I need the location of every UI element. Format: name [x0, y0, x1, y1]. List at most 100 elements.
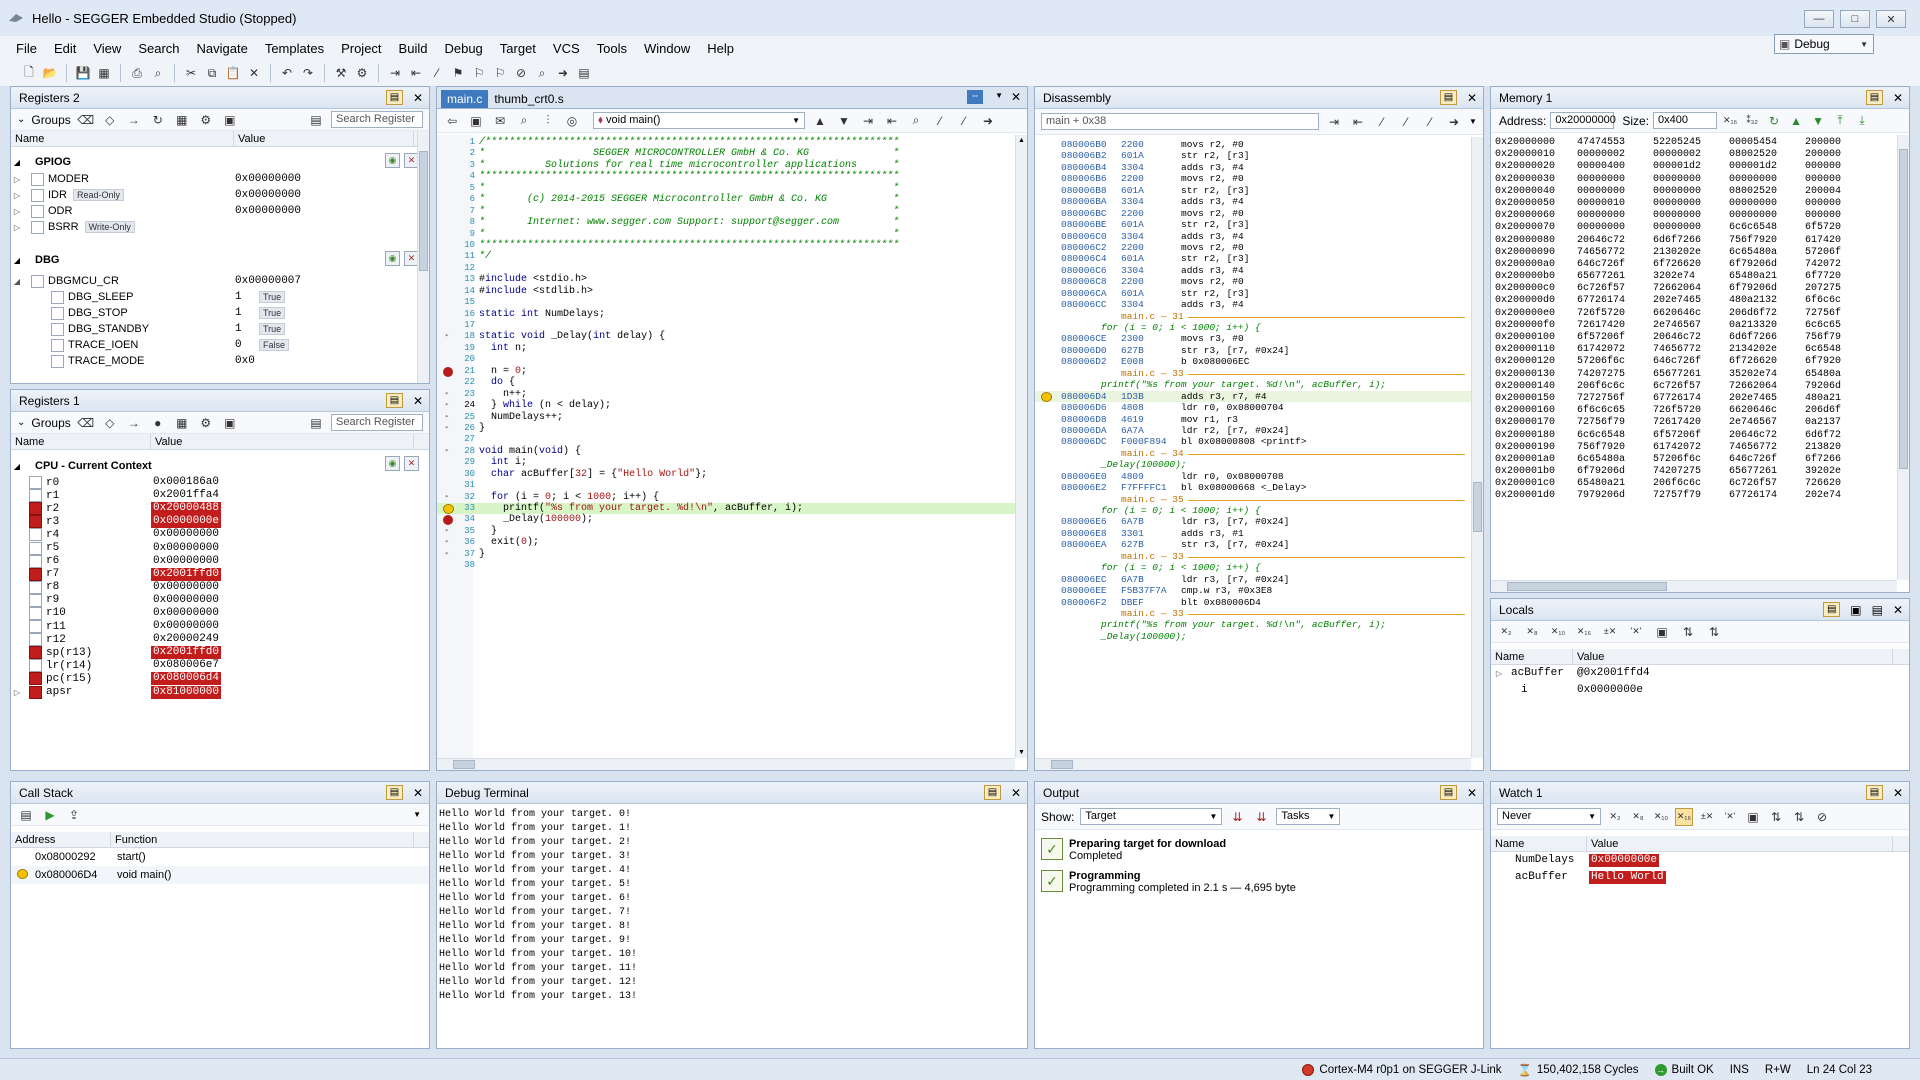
window-options-icon[interactable]: ▤: [385, 90, 403, 105]
register-row[interactable]: r2 0x20000488: [11, 502, 429, 516]
editor-vscroll[interactable]: ▲ ▼: [1015, 135, 1027, 758]
instruction-row[interactable]: 080006E6 6A7B ldr r3, [r7, #0x24]: [1035, 516, 1471, 527]
source-line-row[interactable]: for (i = 0; i < 1000; i++) {: [1035, 505, 1471, 516]
register-checkbox[interactable]: [29, 633, 42, 647]
register-checkbox[interactable]: [29, 593, 42, 607]
code-line[interactable]: 35 ▸ }: [437, 526, 1015, 537]
uncomment-icon[interactable]: ⁄: [955, 112, 973, 130]
code-area[interactable]: 1 /**************************************…: [437, 135, 1015, 758]
instruction-row[interactable]: 080006EC 6A7B ldr r3, [r7, #0x24]: [1035, 574, 1471, 585]
register-row[interactable]: ▷ IDR Read-Only 0x00000000: [11, 187, 429, 203]
octal-format-icon[interactable]: ✕₈: [1523, 623, 1541, 641]
remove-icon[interactable]: ✕: [404, 456, 419, 471]
fold-icon[interactable]: ▸: [445, 549, 449, 560]
symbols-icon[interactable]: ⁄: [1421, 113, 1439, 131]
register-value[interactable]: 0x2001ffa4: [151, 489, 221, 502]
memory-row[interactable]: 0x200001d0 7979206d 72757f79 67726174 202e74: [1491, 490, 1897, 502]
code-line[interactable]: 31: [437, 480, 1015, 491]
code-line[interactable]: 12: [437, 263, 1015, 274]
register-row[interactable]: ▷ MODER 0x00000000: [11, 171, 429, 187]
memory-word[interactable]: 6620646c: [1653, 308, 1701, 320]
memory-word[interactable]: 000000: [1805, 198, 1841, 210]
delete-icon[interactable]: ✕: [245, 64, 263, 82]
memory-word[interactable]: 726620: [1805, 478, 1841, 490]
memory-row[interactable]: 0x20000170 72756f79 72617420 2e746567 0a2137: [1491, 417, 1897, 429]
memory-word[interactable]: 72662064: [1653, 283, 1701, 295]
register-checkbox[interactable]: [29, 580, 42, 594]
memory-word[interactable]: 00000000: [1577, 186, 1625, 198]
window-options-icon[interactable]: ▤: [983, 785, 1001, 800]
go-to-icon[interactable]: →: [125, 111, 143, 129]
window-options-icon[interactable]: ▤: [385, 785, 403, 800]
memory-word[interactable]: 74656772: [1577, 247, 1625, 259]
source-line-row[interactable]: _Delay(100000);: [1035, 631, 1471, 642]
goto-icon[interactable]: ➜: [1445, 113, 1463, 131]
register-row[interactable]: r8 0x00000000: [11, 580, 429, 594]
register-value[interactable]: 0x00000000: [151, 542, 221, 555]
eraser-icon[interactable]: ⌫: [77, 414, 95, 432]
expand-icon[interactable]: ▷: [11, 688, 23, 697]
undo-icon[interactable]: ↶: [278, 64, 296, 82]
instruction-row[interactable]: 080006BC 2200 movs r2, #0: [1035, 208, 1471, 219]
register-checkbox[interactable]: [51, 290, 64, 304]
prev-bookmark-icon[interactable]: ⚐: [491, 64, 509, 82]
bitfield-row[interactable]: DBG_STOP 1 True: [11, 305, 429, 321]
memory-word[interactable]: 6d6f72: [1805, 430, 1841, 442]
bitfield-value[interactable]: 1: [233, 291, 244, 304]
memory-grid[interactable]: 0x20000000 47474553 52205245 00005454 200000…: [1491, 135, 1897, 580]
disassembly-hscroll[interactable]: [1035, 758, 1471, 770]
group-gpiog[interactable]: ◢ GPIOG ◉ ✕: [11, 153, 429, 171]
memory-word[interactable]: 6f79206d: [1577, 466, 1625, 478]
refresh-icon[interactable]: ↻: [149, 111, 167, 129]
expand-icon[interactable]: ▷: [11, 223, 23, 232]
code-line[interactable]: 3 * Solutions for real time microcontroll…: [437, 160, 1015, 171]
groups-dropdown-icon[interactable]: ⌄: [17, 114, 25, 125]
code-line[interactable]: 4 ***************************************…: [437, 171, 1015, 182]
close-icon[interactable]: ✕: [1893, 603, 1903, 617]
memory-word[interactable]: 72617420: [1653, 417, 1701, 429]
code-line[interactable]: 26 ▸}: [437, 423, 1015, 434]
source-line-row[interactable]: printf("%s from your target. %d!\n", acB…: [1035, 619, 1471, 630]
redo-icon[interactable]: ↷: [299, 64, 317, 82]
watch-value[interactable]: Hello World: [1589, 871, 1666, 884]
close-icon[interactable]: ✕: [1011, 90, 1021, 104]
memory-word[interactable]: 3202e74: [1653, 271, 1695, 283]
code-line[interactable]: 29 int i;: [437, 457, 1015, 468]
memory-word[interactable]: 7979206d: [1577, 490, 1625, 502]
instruction-row[interactable]: 080006B4 3304 adds r3, #4: [1035, 162, 1471, 173]
memory-word[interactable]: 74207275: [1653, 466, 1701, 478]
memory-word[interactable]: 6c6c6548: [1729, 222, 1777, 234]
memory-word[interactable]: 6c65480a: [1577, 454, 1625, 466]
memory-word[interactable]: 67726174: [1577, 295, 1625, 307]
register-value[interactable]: 0x00000000: [233, 189, 303, 202]
instruction-row[interactable]: 080006BA 3304 adds r3, #4: [1035, 196, 1471, 207]
code-line[interactable]: 30 char acBuffer[32] = {"Hello World"};: [437, 469, 1015, 480]
memory-word[interactable]: 726f5720: [1577, 308, 1625, 320]
size-input[interactable]: 0x400: [1653, 112, 1718, 129]
memory-row[interactable]: 0x20000020 00000400 000001d2 000001d2 000000: [1491, 161, 1897, 173]
memory-word[interactable]: 000000: [1805, 161, 1841, 173]
groups-label[interactable]: Groups: [31, 113, 70, 127]
expand-icon[interactable]: ▷: [11, 175, 23, 184]
code-line[interactable]: 2 * SEGGER MICROCONTROLLER GmbH & Co. KG …: [437, 148, 1015, 159]
bitfield-row[interactable]: DBG_SLEEP 1 True: [11, 289, 429, 305]
registers-2-scrollbar[interactable]: [417, 131, 429, 383]
instruction-row[interactable]: 080006B8 601A str r2, [r3]: [1035, 185, 1471, 196]
memory-word[interactable]: 206d6f: [1805, 405, 1841, 417]
minimize-button[interactable]: —: [1804, 10, 1834, 28]
sort-desc-icon[interactable]: ⇅: [1790, 808, 1808, 826]
maximize-button[interactable]: □: [1840, 10, 1870, 28]
decimal-format-icon[interactable]: ✕₁₀: [1652, 808, 1670, 826]
memory-word[interactable]: 00005454: [1729, 137, 1777, 149]
local-value[interactable]: 0x0000000e: [1575, 684, 1645, 697]
register-checkbox[interactable]: [29, 672, 42, 686]
menu-search[interactable]: Search: [138, 41, 179, 56]
code-line[interactable]: 37 ▸}: [437, 549, 1015, 560]
source-icon[interactable]: ⁄: [1373, 113, 1391, 131]
memory-word[interactable]: 742072: [1805, 259, 1841, 271]
output-item[interactable]: ✓ Preparing target for download Complete…: [1035, 830, 1483, 862]
memory-row[interactable]: 0x20000160 6f6c6c65 726f5720 6620646c 206d6f: [1491, 405, 1897, 417]
register-checkbox[interactable]: [51, 322, 64, 336]
save-icon[interactable]: 💾: [74, 64, 92, 82]
memory-row[interactable]: 0x20000110 61742072 74656772 2134202e 6c6548: [1491, 344, 1897, 356]
